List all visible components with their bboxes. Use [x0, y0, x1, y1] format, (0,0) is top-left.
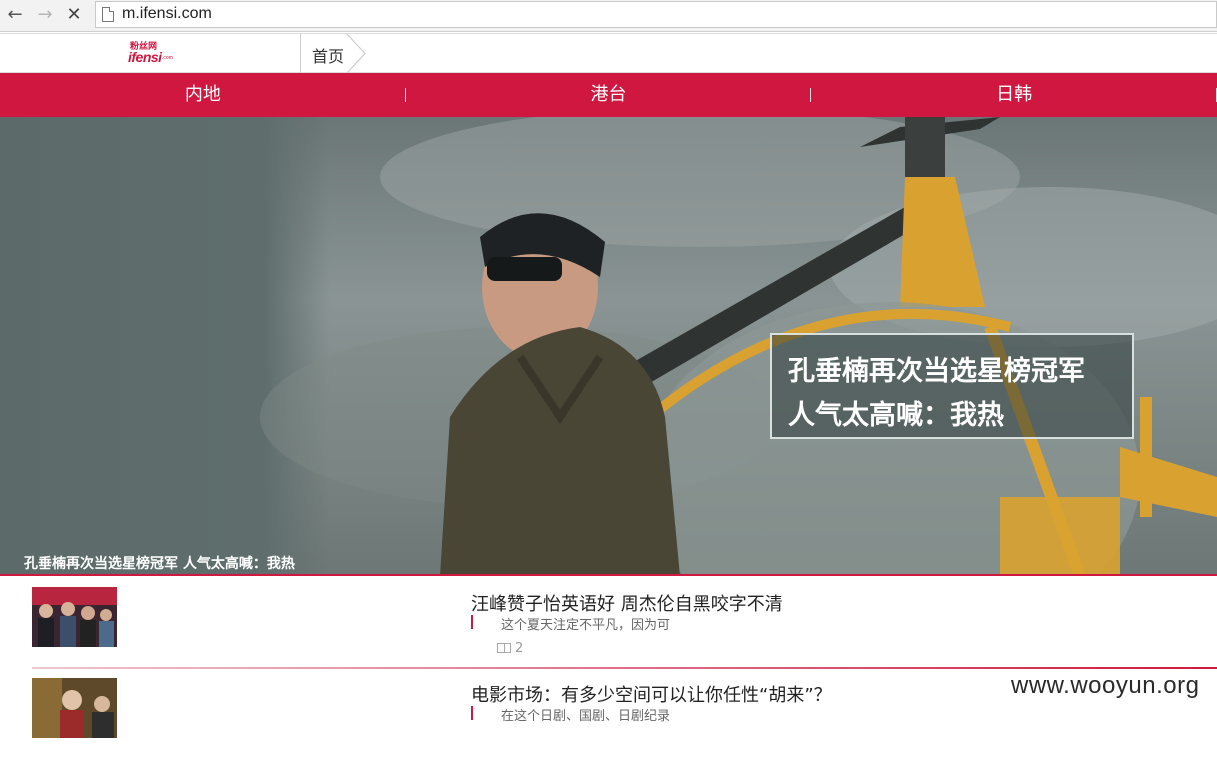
comment-count[interactable]: 2	[497, 641, 523, 656]
logo-text-en: ifensi	[128, 49, 162, 65]
page-icon	[102, 7, 114, 22]
category-jp-kr[interactable]: 日韩	[811, 73, 1217, 117]
summary-accent-bar	[471, 706, 473, 720]
breadcrumb-chevron-icon	[346, 34, 366, 73]
back-arrow-icon[interactable]: ←	[4, 4, 26, 26]
news-title[interactable]: 汪峰赞子怡英语好 周杰伦自黑咬字不清	[471, 590, 783, 616]
browser-toolbar: ← → ✕ m.ifensi.com	[0, 0, 1217, 32]
comment-count-value: 2	[515, 641, 524, 656]
stop-icon[interactable]: ✕	[63, 4, 85, 26]
hero-title[interactable]: 孔垂楠再次当选星榜冠军 人气太高喊：我热	[24, 553, 295, 573]
ifensi-logo[interactable]: 粉丝网 ifensi .com	[128, 39, 176, 67]
breadcrumb[interactable]: 首页	[301, 34, 367, 73]
hero-overlay-box: 孔垂楠再次当选星榜冠军 人气太高喊：我热	[770, 333, 1134, 439]
forward-arrow-icon[interactable]: →	[34, 4, 56, 26]
watermark-text: www.wooyun.org	[1011, 672, 1200, 699]
news-thumbnail[interactable]	[32, 678, 117, 738]
breadcrumb-home[interactable]: 首页	[312, 43, 344, 67]
news-thumbnail[interactable]	[32, 587, 117, 647]
summary-accent-bar	[471, 615, 473, 629]
site-header: 粉丝网 ifensi .com 首页	[0, 33, 1217, 73]
news-summary: 这个夏天注定不平凡，因为可	[501, 618, 671, 633]
hero-overlay-line2: 人气太高喊：我热	[788, 400, 1004, 431]
news-title[interactable]: 电影市场：有多少空间可以让你任性“胡来”？	[471, 681, 832, 707]
logo-container: 粉丝网 ifensi .com	[0, 34, 301, 73]
hero-banner[interactable]: 孔垂楠再次当选星榜冠军 人气太高喊：我热 孔垂楠再次当选星榜冠军 人气太高喊：我…	[0, 117, 1217, 576]
news-summary: 在这个日剧、国剧、日剧纪录	[501, 709, 671, 724]
category-nav: 内地 港台 日韩	[0, 73, 1217, 117]
hero-overlay-line1: 孔垂楠再次当选星榜冠军	[788, 356, 1085, 387]
list-item[interactable]: 汪峰赞子怡英语好 周杰伦自黑咬字不清 这个夏天注定不平凡，因为可 2	[0, 578, 1217, 669]
hero-divider	[0, 574, 1217, 576]
comment-icon	[497, 643, 511, 653]
category-hk-tw[interactable]: 港台	[406, 73, 812, 117]
category-mainland[interactable]: 内地	[0, 73, 406, 117]
url-text[interactable]: m.ifensi.com	[122, 5, 212, 23]
logo-text-domain: .com	[162, 55, 173, 61]
address-bar[interactable]: m.ifensi.com	[95, 1, 1217, 28]
